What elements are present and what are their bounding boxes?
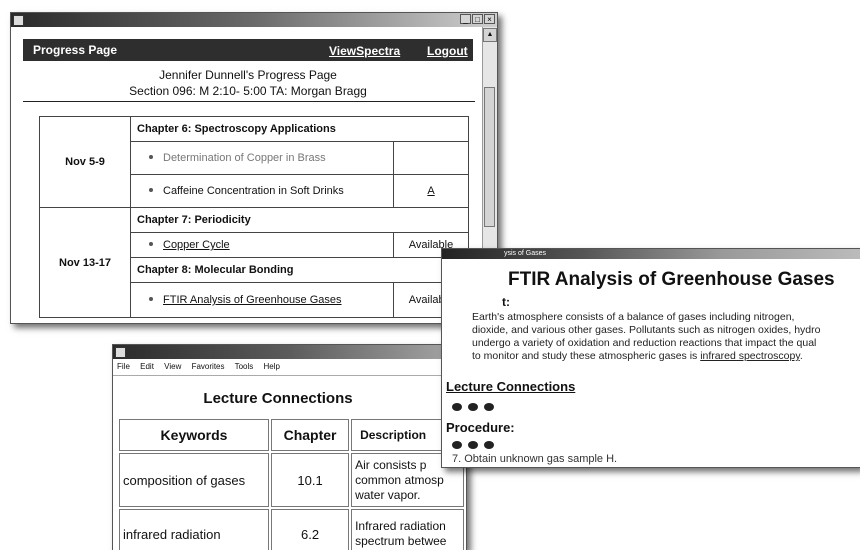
nav-bar: Progress Page ViewSpectra Logout	[23, 39, 473, 61]
chapter-cell: 10.1	[271, 453, 350, 507]
bullet-icon	[149, 188, 153, 192]
logout-link[interactable]: Logout	[427, 44, 468, 58]
chapter-heading: Chapter 8: Molecular Bonding	[130, 257, 469, 283]
chapter-heading: Chapter 7: Periodicity	[130, 207, 469, 233]
bullet-icon	[149, 297, 153, 301]
maximize-button[interactable]: □	[472, 14, 483, 24]
close-button[interactable]: ×	[484, 14, 495, 24]
chapter-heading: Chapter 6: Spectroscopy Applications	[130, 116, 469, 142]
menu-tools[interactable]: Tools	[235, 362, 254, 371]
description-cell: Infrared radiation spectrum betwee	[351, 509, 464, 550]
grade-link[interactable]: A	[393, 174, 469, 208]
experiment-item[interactable]: FTIR Analysis of Greenhouse Gases	[130, 282, 394, 318]
keyword-cell: composition of gases	[119, 453, 270, 507]
experiment-item[interactable]: Copper Cycle	[130, 232, 394, 258]
window-icon	[115, 347, 126, 358]
menu-help[interactable]: Help	[264, 362, 280, 371]
page-title: Lecture Connections	[203, 390, 353, 407]
bullet-icon	[149, 155, 153, 159]
progress-table: Nov 5-9 Chapter 6: Spectroscopy Applicat…	[39, 116, 469, 318]
menu-bar: File Edit View Favorites Tools Help	[113, 359, 466, 376]
lecture-table: Keywords Chapter Description composition…	[117, 417, 466, 550]
keywords-header: Keywords	[119, 419, 270, 451]
table-row: infrared radiation 6.2 Infrared radiatio…	[119, 509, 464, 550]
nav-title: Progress Page	[33, 43, 118, 57]
scroll-thumb[interactable]	[484, 87, 495, 227]
keyword-cell: infrared radiation	[119, 509, 270, 550]
chapter-cell: 6.2	[271, 509, 350, 550]
lecture-connections-link[interactable]: Lecture Connections	[446, 379, 575, 394]
divider	[23, 101, 475, 102]
progress-window-titlebar[interactable]: _ □ ×	[11, 13, 497, 27]
ftir-link[interactable]: FTIR Analysis of Greenhouse Gases	[163, 294, 342, 306]
abstract-text: Earth's atmosphere consists of a balance…	[472, 311, 821, 362]
lecture-connections-window: File Edit View Favorites Tools Help Lect…	[112, 344, 467, 550]
page-title: FTIR Analysis of Greenhouse Gases	[508, 269, 835, 290]
ftir-window-titlebar[interactable]: ysis of Gases	[442, 249, 860, 259]
table-row: Nov 5-9 Chapter 6: Spectroscopy Applicat…	[39, 116, 469, 208]
table-row: composition of gases 10.1 Air consists p…	[119, 453, 464, 507]
page-heading: Jennifer Dunnell's Progress Page	[159, 68, 337, 82]
procedure-step: 7. Obtain unknown gas sample H.	[452, 453, 618, 465]
menu-favorites[interactable]: Favorites	[192, 362, 225, 371]
bullet-icon	[149, 242, 153, 246]
table-row: Nov 13-17 Chapter 7: Periodicity	[39, 207, 469, 318]
collapsed-content-icon[interactable]	[452, 441, 494, 449]
status-cell	[393, 141, 469, 175]
lecture-window-titlebar[interactable]	[113, 345, 466, 359]
date-cell: Nov 13-17	[39, 207, 131, 318]
menu-file[interactable]: File	[117, 362, 130, 371]
experiment-item[interactable]: Determination of Copper in Brass	[130, 141, 394, 175]
scroll-up-icon[interactable]: ▲	[483, 28, 497, 42]
view-spectra-link[interactable]: ViewSpectra	[329, 44, 400, 58]
collapsed-content-icon[interactable]	[452, 403, 494, 411]
infrared-spectroscopy-link[interactable]: infrared spectroscopy	[700, 350, 800, 362]
minimize-button[interactable]: _	[460, 14, 471, 24]
date-cell: Nov 5-9	[39, 116, 131, 208]
procedure-heading: Procedure:	[446, 420, 515, 435]
menu-edit[interactable]: Edit	[140, 362, 154, 371]
copper-cycle-link[interactable]: Copper Cycle	[163, 239, 230, 251]
ftir-window: ysis of Gases FTIR Analysis of Greenhous…	[441, 248, 860, 468]
window-icon	[13, 15, 24, 26]
chapter-header: Chapter	[271, 419, 350, 451]
menu-view[interactable]: View	[164, 362, 181, 371]
section-info: Section 096: M 2:10- 5:00 TA: Morgan Bra…	[129, 84, 367, 98]
table-header-row: Keywords Chapter Description	[119, 419, 464, 451]
progress-window: _ □ × ▲ Progress Page ViewSpectra Logout…	[10, 12, 498, 324]
experiment-item[interactable]: Caffeine Concentration in Soft Drinks	[130, 174, 394, 208]
